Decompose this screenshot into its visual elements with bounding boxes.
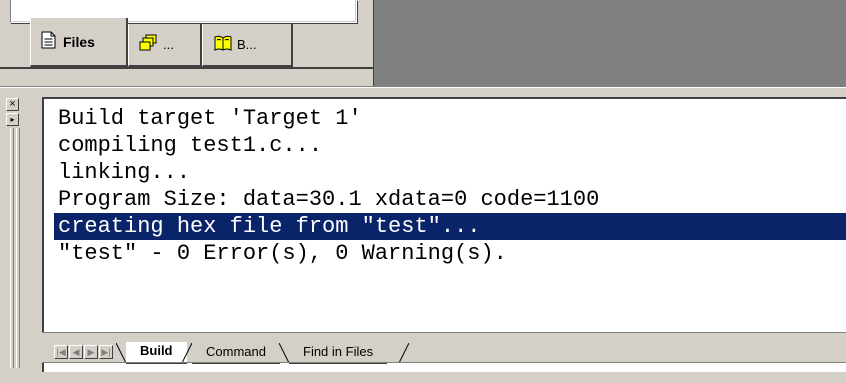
tab-books[interactable]: B... xyxy=(202,24,293,67)
pin-icon[interactable]: ▸ xyxy=(6,113,19,126)
output-text: Build target 'Target 1' compiling test1.… xyxy=(54,105,846,267)
close-icon[interactable]: × xyxy=(6,98,19,111)
output-line[interactable]: Program Size: data=30.1 xdata=0 code=110… xyxy=(56,186,846,213)
prev-tab-icon[interactable]: ◀ xyxy=(69,345,83,359)
tab-edge xyxy=(182,343,192,363)
dock-grip[interactable] xyxy=(10,128,14,368)
file-icon xyxy=(41,31,57,52)
tab-command[interactable]: Command xyxy=(192,343,280,364)
dock-grip-secondary[interactable] xyxy=(16,128,20,368)
tab-edge xyxy=(279,343,289,363)
tab-build[interactable]: Build xyxy=(126,342,187,364)
output-panel[interactable]: Build target 'Target 1' compiling test1.… xyxy=(42,97,846,372)
output-window-titlebar: × ▸ xyxy=(0,92,46,383)
output-tab-strip: |◀ ◀ ▶ ▶| Build Command Find in Files xyxy=(42,332,846,364)
first-tab-icon[interactable]: |◀ xyxy=(54,345,68,359)
output-line-selected[interactable]: creating hex file from "test"... xyxy=(54,213,846,240)
output-line[interactable]: Build target 'Target 1' xyxy=(56,105,846,132)
tab-books-label: B... xyxy=(237,37,257,52)
tab-project[interactable]: ... xyxy=(128,24,202,67)
tab-edge xyxy=(116,343,126,363)
tab-project-label: ... xyxy=(163,37,174,52)
next-tab-icon[interactable]: ▶ xyxy=(84,345,98,359)
output-line[interactable]: "test" - 0 Error(s), 0 Warning(s). xyxy=(56,240,846,267)
splitter-edge xyxy=(373,0,374,86)
tab-files[interactable]: Files xyxy=(30,18,128,67)
window-frame-bottom xyxy=(0,372,846,383)
tab-find-in-files[interactable]: Find in Files xyxy=(289,343,388,364)
book-icon xyxy=(213,34,233,55)
output-line[interactable]: compiling test1.c... xyxy=(56,132,846,159)
output-line[interactable]: linking... xyxy=(56,159,846,186)
tab-strip-border xyxy=(42,362,846,363)
workspace-tab-baseline xyxy=(0,67,373,69)
tab-edge xyxy=(399,343,409,363)
project-icon xyxy=(139,34,159,55)
tab-files-label: Files xyxy=(63,33,95,50)
horizontal-splitter-highlight xyxy=(0,87,846,88)
last-tab-icon[interactable]: ▶| xyxy=(99,345,113,359)
project-workspace: Files ... B... xyxy=(0,0,373,86)
editor-area-background xyxy=(373,0,846,86)
